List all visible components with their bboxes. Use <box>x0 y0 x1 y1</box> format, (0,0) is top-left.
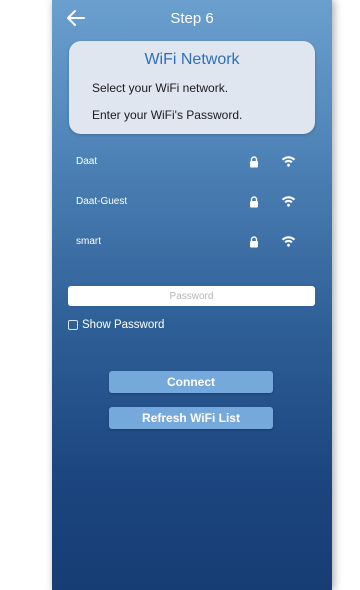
network-name: smart <box>76 236 101 247</box>
wifi-icon <box>281 156 296 167</box>
show-password-label: Show Password <box>82 319 165 331</box>
info-card-instruction-select: Select your WiFi network. <box>92 81 229 95</box>
lock-icon <box>250 156 258 168</box>
app-screen: Step 6 WiFi Network Select your WiFi net… <box>52 0 332 590</box>
network-name: Daat <box>76 156 98 167</box>
wifi-icon <box>281 196 296 207</box>
info-card-title: WiFi Network <box>144 51 240 68</box>
network-item-daat-guest[interactable]: Daat-Guest <box>76 192 302 214</box>
connect-button[interactable]: Connect <box>109 371 273 393</box>
network-item-smart[interactable]: smart <box>76 232 302 254</box>
network-item-daat[interactable]: Daat <box>76 152 302 174</box>
lock-icon <box>250 196 258 208</box>
network-name: Daat-Guest <box>76 196 128 207</box>
info-card-instruction-password: Enter your WiFi's Password. <box>92 108 243 122</box>
password-input[interactable] <box>68 286 315 306</box>
info-card: WiFi Network Select your WiFi network. E… <box>69 41 315 134</box>
wifi-icon <box>281 236 296 247</box>
lock-icon <box>250 236 258 248</box>
show-password-checkbox[interactable] <box>68 320 78 330</box>
page-title: Step 6 <box>170 10 214 27</box>
refresh-wifi-list-button[interactable]: Refresh WiFi List <box>109 407 273 429</box>
